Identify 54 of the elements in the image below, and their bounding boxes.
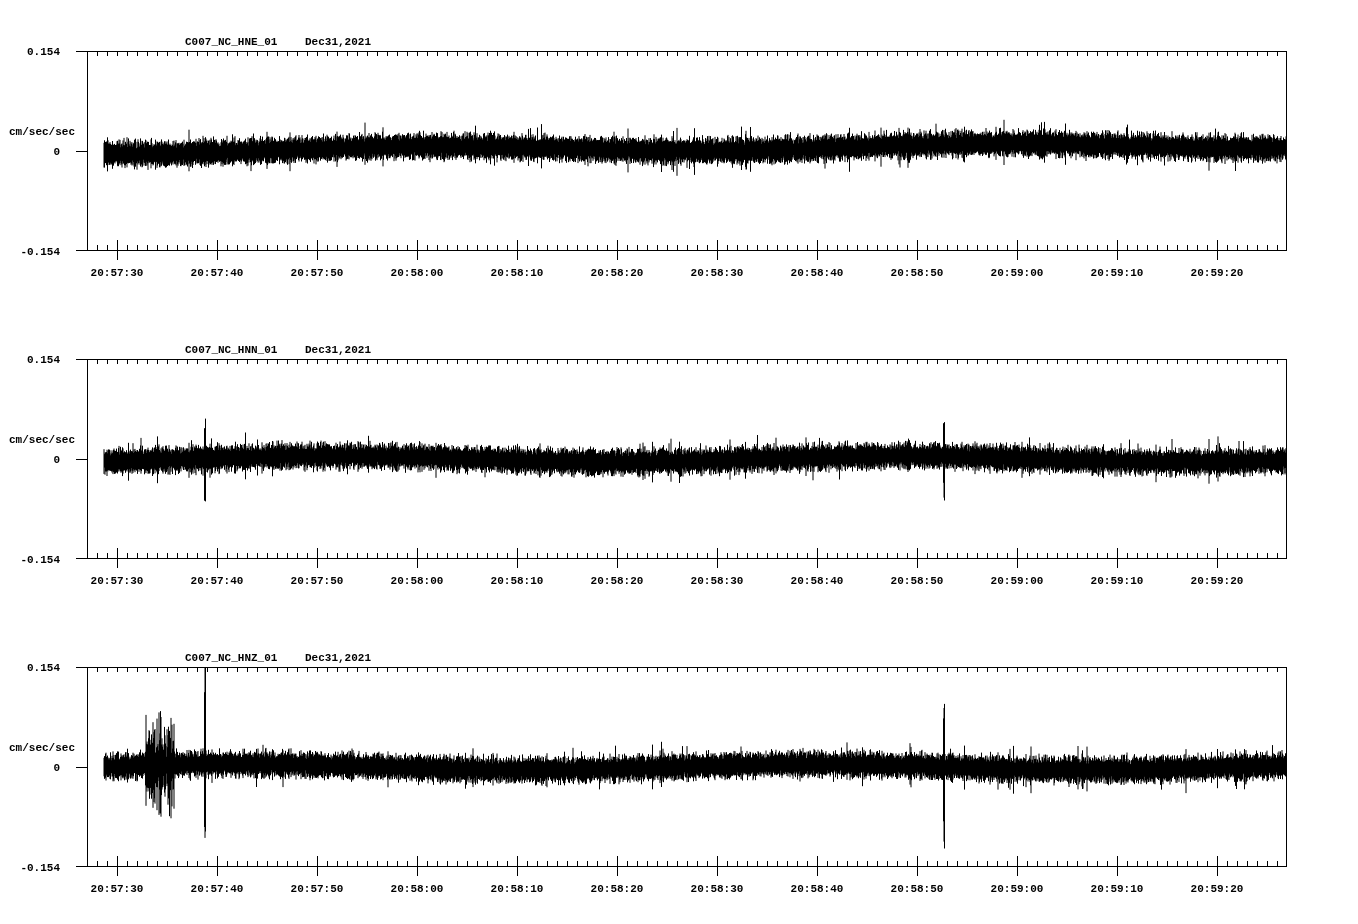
time-label: 20:58:40	[790, 575, 844, 587]
time-label: 20:58:20	[590, 267, 644, 279]
time-label: 20:58:10	[490, 575, 544, 587]
time-label: 20:58:10	[490, 267, 544, 279]
date-label: Dec31,2021	[305, 344, 371, 356]
axis-value: 0.154	[27, 46, 60, 58]
time-label: 20:58:20	[590, 575, 644, 587]
axis-value: 0.154	[27, 662, 60, 674]
time-label: 20:59:20	[1190, 575, 1244, 587]
axis-value: 0	[53, 454, 60, 466]
time-label: 20:59:10	[1090, 267, 1144, 279]
time-label: 20:57:40	[190, 883, 244, 895]
time-label: 20:58:10	[490, 883, 544, 895]
time-label: 20:58:20	[590, 883, 644, 895]
time-label: 20:58:50	[890, 883, 944, 895]
time-label: 20:58:40	[790, 883, 844, 895]
time-label: 20:59:10	[1090, 575, 1144, 587]
time-label: 20:58:30	[690, 575, 744, 587]
time-label: 20:58:50	[890, 575, 944, 587]
time-label: 20:59:00	[990, 575, 1044, 587]
time-label: 20:57:40	[190, 575, 244, 587]
time-label: 20:57:50	[290, 267, 344, 279]
axis-value: 0	[53, 762, 60, 774]
time-label: 20:59:00	[990, 267, 1044, 279]
axis-value: 0.154	[27, 354, 60, 366]
station-label: C007_NC_HNN_01	[185, 344, 278, 356]
units-label: cm/sec/sec	[9, 126, 75, 138]
time-label: 20:58:30	[690, 267, 744, 279]
time-label: 20:59:20	[1190, 267, 1244, 279]
time-label: 20:57:50	[290, 575, 344, 587]
station-label: C007_NC_HNZ_01	[185, 652, 278, 664]
time-label: 20:57:50	[290, 883, 344, 895]
time-label: 20:58:50	[890, 267, 944, 279]
time-label: 20:59:20	[1190, 883, 1244, 895]
axis-value: -0.154	[20, 862, 60, 874]
time-label: 20:58:00	[390, 267, 444, 279]
station-label: C007_NC_HNE_01	[185, 36, 278, 48]
time-label: 20:58:00	[390, 883, 444, 895]
time-label: 20:57:30	[90, 267, 144, 279]
units-label: cm/sec/sec	[9, 742, 75, 754]
axis-value: 0	[53, 146, 60, 158]
date-label: Dec31,2021	[305, 652, 371, 664]
time-label: 20:58:00	[390, 575, 444, 587]
date-label: Dec31,2021	[305, 36, 371, 48]
time-label: 20:59:00	[990, 883, 1044, 895]
time-label: 20:57:40	[190, 267, 244, 279]
axis-value: -0.154	[20, 246, 60, 258]
time-label: 20:59:10	[1090, 883, 1144, 895]
time-label: 20:57:30	[90, 883, 144, 895]
time-label: 20:57:30	[90, 575, 144, 587]
units-label: cm/sec/sec	[9, 434, 75, 446]
axis-value: -0.154	[20, 554, 60, 566]
time-label: 20:58:40	[790, 267, 844, 279]
time-label: 20:58:30	[690, 883, 744, 895]
